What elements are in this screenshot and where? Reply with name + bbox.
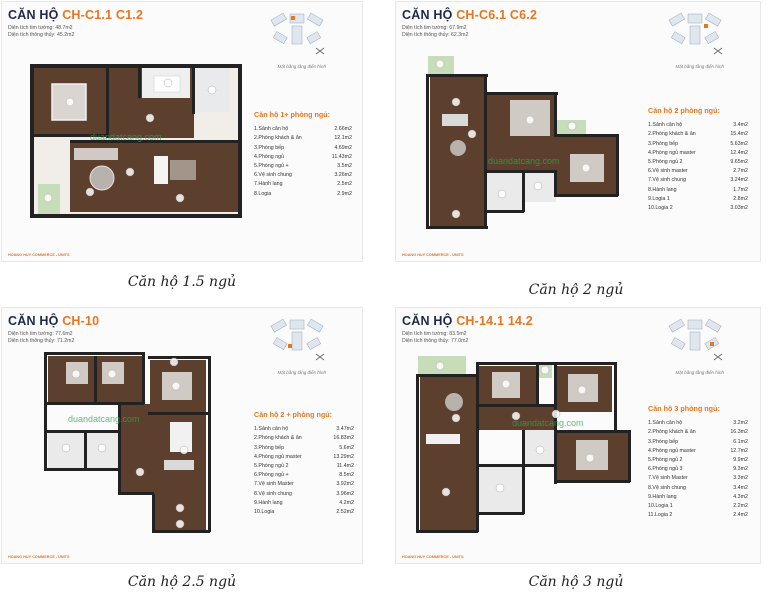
panel-title: CĂN HỘ CH-10 xyxy=(8,314,100,328)
room-row: 6.Phòng ngủ 3 9.3m2 xyxy=(648,466,748,473)
area-info: Diện tích tim tường: 83.5m2 Diện tích th… xyxy=(402,331,468,344)
panel-title: CĂN HỘ CH-C6.1 C6.2 xyxy=(402,8,538,22)
room-row: 10.Logia 1 2.2m2 xyxy=(648,503,748,510)
room-row: 3.Phòng bếp 5.63m2 xyxy=(648,140,748,147)
room-row: 8.Hành lang 1.7m2 xyxy=(648,186,748,193)
room-row: 7.Vệ sinh Master 3.92m2 xyxy=(254,481,354,488)
room-list-title: Căn hộ 3 phòng ngủ: xyxy=(648,404,720,413)
room-row: 2.Phòng khách & ăn 12.1m2 xyxy=(254,135,352,142)
room-row: 8.Logia 2.9m2 xyxy=(254,190,352,197)
area-wall: Diện tích tim tường: 77.6m2 xyxy=(8,331,73,337)
room-row: 1.Sảnh căn hộ 3.4m2 xyxy=(648,122,748,129)
floor-plan-drawing: duandatcang.com xyxy=(30,64,242,218)
site-plan-caption: Mặt bằng tầng điển hình xyxy=(277,64,326,69)
room-row: 7.Hành lang 2.5m2 xyxy=(254,181,352,188)
room-row: 2.Phòng khách & ăn 15.4m2 xyxy=(648,131,748,138)
watermark-text: duandatcang.com xyxy=(488,156,560,166)
caption-1: Căn hộ 1.5 ngủ xyxy=(127,274,237,290)
floor-plan-drawing: duandatcang.com xyxy=(44,352,211,533)
site-plan-caption: Mặt bằng tầng điển hình xyxy=(675,64,724,69)
area-clear: Diện tích thông thủy: 77.0m2 xyxy=(402,337,469,344)
room-row: 7.Vệ sinh Master 3.3m2 xyxy=(648,475,748,482)
floor-plan-drawing: duandatcang.com xyxy=(426,56,619,229)
room-row: 10.Logia 2.52m2 xyxy=(254,509,354,516)
watermark-text: duandatcang.com xyxy=(512,418,584,428)
room-row: 3.Phòng bếp 6.1m2 xyxy=(648,438,748,445)
area-wall: Diện tích tim tường: 67.9m2 xyxy=(402,25,467,31)
panel-title: CĂN HỘ CH-14.1 14.2 xyxy=(402,314,533,328)
room-list: Căn hộ 2 phòng ngủ: 1.Sảnh căn hộ 3.4m2 2… xyxy=(648,106,748,213)
room-row: 7.Vệ sinh chung 3.24m2 xyxy=(648,177,748,184)
site-plan-caption: Mặt bằng tầng điển hình xyxy=(675,370,724,375)
room-list: Căn hộ 3 phòng ngủ: 1.Sảnh căn hộ 3.2m2 2… xyxy=(648,404,748,520)
room-row: 1.Sảnh căn hộ 3.47m2 xyxy=(254,426,354,433)
room-row: 10.Logia 2 3.03m2 xyxy=(648,205,748,212)
room-row: 2.Phòng khách & ăn 16.83m2 xyxy=(254,435,354,442)
floorplan-panel-ch14: CĂN HỘ CH-14.1 14.2 Diện tích tim tường:… xyxy=(396,308,760,563)
room-row: 6.Vệ sinh chung 3.26m2 xyxy=(254,172,352,179)
caption-4: Căn hộ 3 ngủ xyxy=(528,574,624,590)
site-plan-icon xyxy=(270,318,325,361)
room-row: 4.Phòng ngủ master 12.7m2 xyxy=(648,447,748,454)
area-info: Diện tích tim tường: 67.9m2 Diện tích th… xyxy=(402,25,468,38)
panel-title: CĂN HỘ CH-C1.1 C1.2 xyxy=(8,8,144,22)
room-row: 5.Phòng ngủ 2 9.9m2 xyxy=(648,457,748,464)
watermark-text: duandatcang.com xyxy=(68,414,140,424)
room-row: 5.Phòng ngủ +3.5m2 xyxy=(254,163,352,170)
room-row: 4.Phòng ngủ 11.43m2 xyxy=(254,153,352,160)
area-info: Diện tích tim tường: 77.6m2 Diện tích th… xyxy=(8,331,74,344)
room-row: 1.Sảnh căn hộ 3.2m2 xyxy=(648,420,748,427)
floorplan-panel-ch10: CĂN HỘ CH-10 Diện tích tim tường: 77.6m2… xyxy=(2,308,362,563)
site-plan-icon xyxy=(270,12,325,55)
site-plan-icon xyxy=(668,318,723,361)
watermark-text: duandatcang.com xyxy=(90,132,162,142)
brand-footer: HOANG HUY COMMERCE - UNITS xyxy=(402,253,464,257)
room-list-title: Căn hộ 1+ phòng ngủ: xyxy=(254,110,331,119)
room-row: 5.Phòng ngủ 2 9.65m2 xyxy=(648,159,748,166)
brand-footer: HOANG HUY COMMERCE - UNITS xyxy=(8,555,70,559)
room-list: Căn hộ 1+ phòng ngủ: 1.Sảnh căn hộ 2.66m2… xyxy=(254,110,352,199)
caption-2: Căn hộ 2 ngủ xyxy=(528,282,624,298)
floorplan-panel-c6: CĂN HỘ CH-C6.1 C6.2 Diện tích tim tường:… xyxy=(396,2,760,261)
room-row: 6.Vệ sinh master 2.7m2 xyxy=(648,168,748,175)
area-wall: Diện tích tim tường: 83.5m2 xyxy=(402,331,467,337)
site-plan-icon xyxy=(668,12,723,55)
area-info: Diện tích tim tường: 48.7m2 Diện tích th… xyxy=(8,25,74,38)
room-row: 5.Phòng ngủ 2 11.4m2 xyxy=(254,463,354,470)
room-row: 2.Phòng khách & ăn 16.3m2 xyxy=(648,429,748,436)
room-row: 9.Hành lang 4.2m2 xyxy=(254,499,354,506)
area-wall: Diện tích tim tường: 48.7m2 xyxy=(8,25,73,31)
room-row: 6.Phòng ngủ +8.5m2 xyxy=(254,472,354,479)
room-row: 4.Phòng ngủ master 13.29m2 xyxy=(254,453,354,460)
room-list-title: Căn hộ 2 phòng ngủ: xyxy=(648,106,720,115)
area-clear: Diện tích thông thủy: 62.3m2 xyxy=(402,31,469,38)
room-row: 4.Phòng ngủ master 12.4m2 xyxy=(648,149,748,156)
room-row: 9.Logia 1 2.8m2 xyxy=(648,195,748,202)
caption-3: Căn hộ 2.5 ngủ xyxy=(127,574,237,590)
floorplan-panel-c1: CĂN HỘ CH-C1.1 C1.2 Diện tích tim tường:… xyxy=(2,2,362,261)
room-list-title: Căn hộ 2 + phòng ngủ: xyxy=(254,410,333,419)
site-plan-caption: Mặt bằng tầng điển hình xyxy=(277,370,326,375)
room-row: 1.Sảnh căn hộ 2.66m2 xyxy=(254,126,352,133)
room-row: 3.Phòng bếp 5.6m2 xyxy=(254,444,354,451)
room-row: 8.Vệ sinh chung 3.96m2 xyxy=(254,490,354,497)
room-row: 3.Phòng bếp 4.69m2 xyxy=(254,144,352,151)
room-row: 8.Vệ sinh chung 3.4m2 xyxy=(648,484,748,491)
room-row: 11.Logia 2 2.4m2 xyxy=(648,512,748,519)
brand-footer: HOANG HUY COMMERCE - UNITS xyxy=(402,555,464,559)
area-clear: Diện tích thông thủy: 45.2m2 xyxy=(8,31,75,38)
room-list: Căn hộ 2 + phòng ngủ: 1.Sảnh căn hộ 3.47m… xyxy=(254,410,354,517)
room-row: 9.Hành lang 4.3m2 xyxy=(648,493,748,500)
floor-plan-drawing: duandatcang.com xyxy=(416,356,631,533)
area-clear: Diện tích thông thủy: 71.2m2 xyxy=(8,337,75,344)
brand-footer: HOANG HUY COMMERCE - UNITS xyxy=(8,253,70,257)
